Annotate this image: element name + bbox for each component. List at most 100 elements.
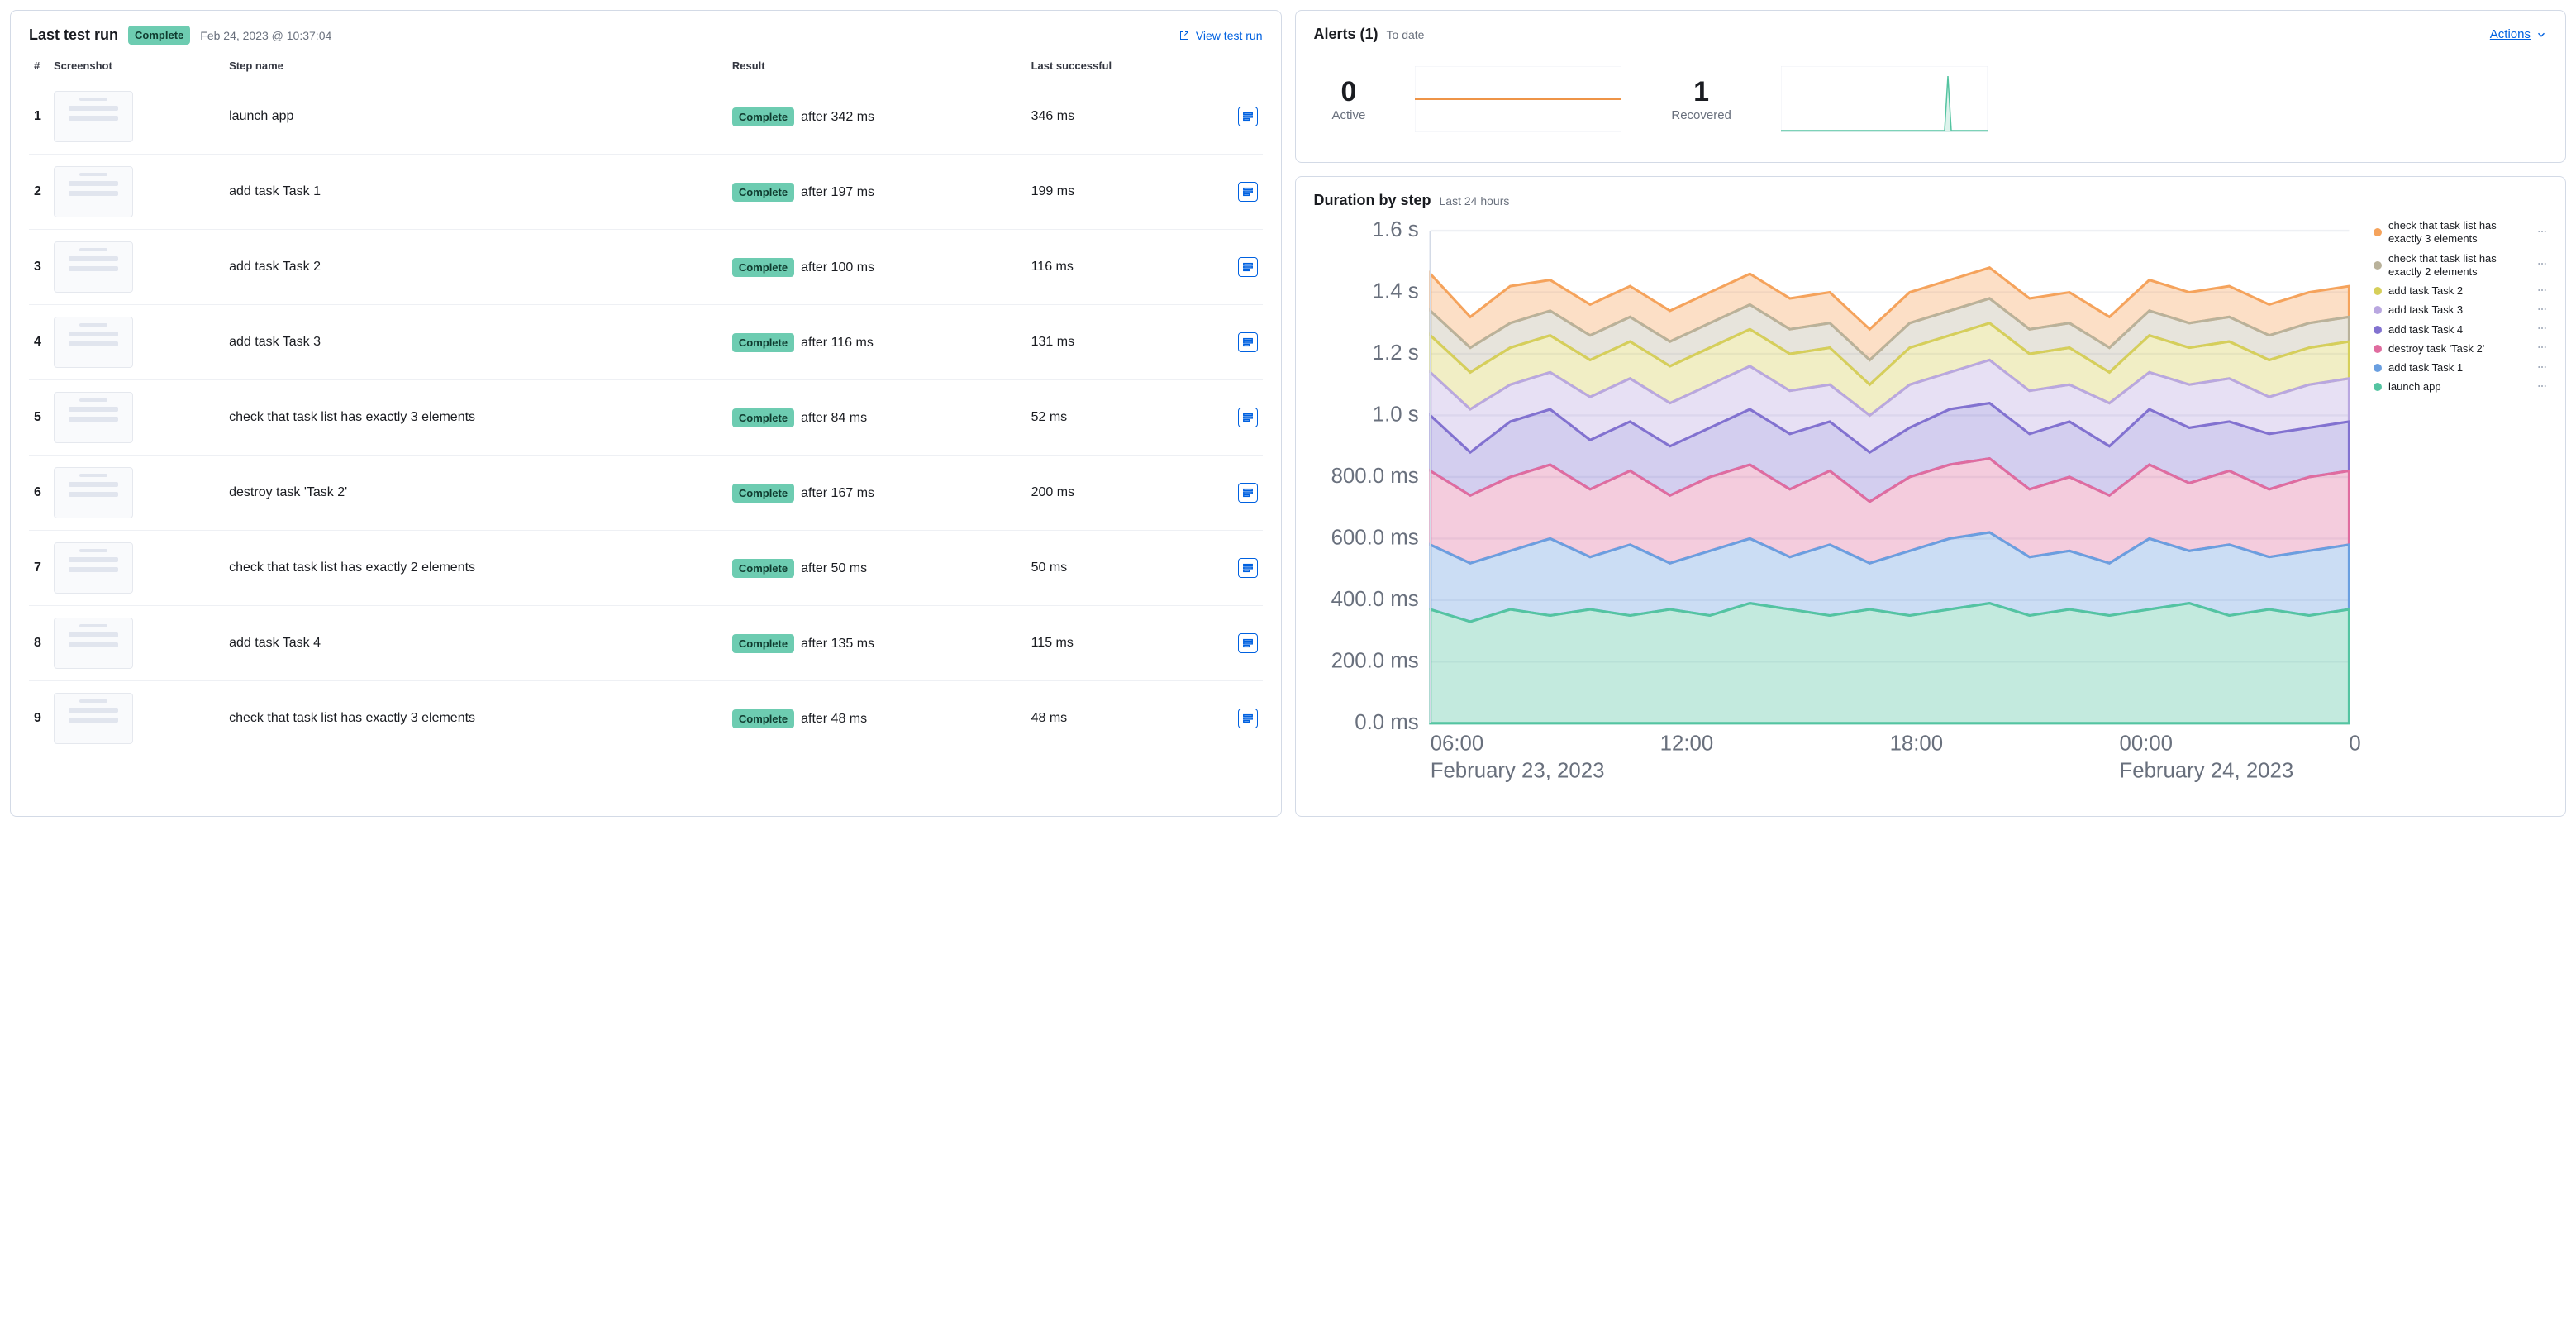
- table-row: 3add task Task 2Completeafter 100 ms116 …: [29, 230, 1263, 305]
- active-alerts-sparkline: [1415, 66, 1621, 132]
- result-after: after 135 ms: [801, 637, 874, 651]
- screenshot-thumbnail[interactable]: [54, 467, 133, 518]
- col-result: Result: [727, 53, 1026, 79]
- step-index: 4: [29, 305, 49, 380]
- legend-label: add task Task 3: [2388, 303, 2531, 317]
- svg-text:18:00: 18:00: [1889, 732, 1943, 756]
- result-after: after 84 ms: [801, 411, 867, 425]
- legend-swatch: [2374, 364, 2382, 372]
- legend-menu-button[interactable]: [2537, 304, 2547, 317]
- svg-text:600.0 ms: 600.0 ms: [1331, 526, 1418, 549]
- legend-swatch: [2374, 306, 2382, 314]
- last-successful: 116 ms: [1026, 230, 1204, 305]
- last-test-run-panel: Last test run Complete Feb 24, 2023 @ 10…: [10, 10, 1282, 817]
- status-badge: Complete: [732, 709, 794, 728]
- active-alerts-stat: 0 Active: [1332, 76, 1366, 122]
- screenshot-thumbnail[interactable]: [54, 241, 133, 293]
- legend-label: add task Task 1: [2388, 361, 2531, 375]
- popout-icon: [1178, 29, 1191, 42]
- screenshot-thumbnail[interactable]: [54, 317, 133, 368]
- expand-step-button[interactable]: [1238, 107, 1258, 126]
- legend-menu-button[interactable]: [2537, 227, 2547, 239]
- svg-text:1.2 s: 1.2 s: [1372, 341, 1418, 365]
- legend-menu-button[interactable]: [2537, 285, 2547, 298]
- legend-item[interactable]: check that task list has exactly 2 eleme…: [2374, 252, 2547, 279]
- svg-text:06:00: 06:00: [1430, 732, 1483, 756]
- svg-text:06:00: 06:00: [2349, 732, 2360, 756]
- expand-step-button[interactable]: [1238, 633, 1258, 653]
- last-successful: 50 ms: [1026, 531, 1204, 606]
- svg-text:1.0 s: 1.0 s: [1372, 403, 1418, 427]
- result-after: after 100 ms: [801, 260, 874, 274]
- screenshot-thumbnail[interactable]: [54, 542, 133, 594]
- legend-item[interactable]: launch app: [2374, 380, 2547, 394]
- result-after: after 167 ms: [801, 486, 874, 500]
- table-row: 6destroy task 'Task 2'Completeafter 167 …: [29, 456, 1263, 531]
- step-name: launch app: [224, 79, 727, 155]
- legend-swatch: [2374, 383, 2382, 391]
- alerts-subtitle: To date: [1387, 28, 1425, 41]
- steps-table: # Screenshot Step name Result Last succe…: [29, 53, 1263, 756]
- screenshot-thumbnail[interactable]: [54, 91, 133, 142]
- legend-swatch: [2374, 261, 2382, 270]
- legend-menu-button[interactable]: [2537, 323, 2547, 336]
- table-row: 4add task Task 3Completeafter 116 ms131 …: [29, 305, 1263, 380]
- col-screenshot: Screenshot: [49, 53, 224, 79]
- legend-item[interactable]: destroy task 'Task 2': [2374, 342, 2547, 355]
- step-index: 2: [29, 155, 49, 230]
- duration-panel: Duration by step Last 24 hours 1.6 s 1.4 …: [1295, 176, 2567, 817]
- duration-subtitle: Last 24 hours: [1440, 194, 1510, 208]
- legend-item[interactable]: add task Task 1: [2374, 361, 2547, 375]
- col-idx: #: [29, 53, 49, 79]
- step-name: check that task list has exactly 3 eleme…: [224, 681, 727, 756]
- alerts-actions-button[interactable]: Actions: [2490, 27, 2547, 41]
- legend-label: check that task list has exactly 3 eleme…: [2388, 219, 2531, 246]
- legend-item[interactable]: add task Task 3: [2374, 303, 2547, 317]
- legend-label: launch app: [2388, 380, 2531, 394]
- svg-text:1.4 s: 1.4 s: [1372, 280, 1418, 303]
- result-after: after 48 ms: [801, 712, 867, 726]
- status-badge: Complete: [732, 484, 794, 503]
- legend-label: destroy task 'Task 2': [2388, 342, 2531, 355]
- table-row: 5check that task list has exactly 3 elem…: [29, 380, 1263, 456]
- result-after: after 116 ms: [801, 336, 874, 350]
- status-badge: Complete: [732, 408, 794, 427]
- legend-menu-button[interactable]: [2537, 381, 2547, 394]
- screenshot-thumbnail[interactable]: [54, 693, 133, 744]
- expand-step-button[interactable]: [1238, 483, 1258, 503]
- step-name: destroy task 'Task 2': [224, 456, 727, 531]
- expand-step-button[interactable]: [1238, 558, 1258, 578]
- status-badge: Complete: [732, 107, 794, 126]
- legend-item[interactable]: check that task list has exactly 3 eleme…: [2374, 219, 2547, 246]
- step-name: add task Task 2: [224, 230, 727, 305]
- step-index: 5: [29, 380, 49, 456]
- step-name: add task Task 1: [224, 155, 727, 230]
- last-successful: 199 ms: [1026, 155, 1204, 230]
- expand-step-button[interactable]: [1238, 709, 1258, 728]
- legend-menu-button[interactable]: [2537, 342, 2547, 355]
- screenshot-thumbnail[interactable]: [54, 166, 133, 217]
- screenshot-thumbnail[interactable]: [54, 618, 133, 669]
- legend-item[interactable]: add task Task 4: [2374, 323, 2547, 336]
- expand-step-button[interactable]: [1238, 257, 1258, 277]
- table-row: 9check that task list has exactly 3 elem…: [29, 681, 1263, 756]
- legend-menu-button[interactable]: [2537, 259, 2547, 271]
- view-test-run-link[interactable]: View test run: [1178, 29, 1263, 42]
- expand-step-button[interactable]: [1238, 332, 1258, 352]
- step-name: check that task list has exactly 2 eleme…: [224, 531, 727, 606]
- status-badge: Complete: [732, 634, 794, 653]
- col-step-name: Step name: [224, 53, 727, 79]
- legend-menu-button[interactable]: [2537, 362, 2547, 375]
- last-successful: 48 ms: [1026, 681, 1204, 756]
- screenshot-thumbnail[interactable]: [54, 392, 133, 443]
- recovered-alerts-stat: 1 Recovered: [1671, 76, 1731, 122]
- status-badge: Complete: [732, 183, 794, 202]
- legend-item[interactable]: add task Task 2: [2374, 284, 2547, 298]
- svg-text:1.6 s: 1.6 s: [1372, 219, 1418, 241]
- duration-title: Duration by step: [1314, 192, 1431, 209]
- expand-step-button[interactable]: [1238, 408, 1258, 427]
- svg-text:0.0 ms: 0.0 ms: [1355, 711, 1418, 734]
- duration-chart[interactable]: 1.6 s1.4 s1.2 s1.0 s800.0 ms600.0 ms400.…: [1314, 219, 2361, 801]
- expand-step-button[interactable]: [1238, 182, 1258, 202]
- chevron-down-icon: [2536, 29, 2547, 41]
